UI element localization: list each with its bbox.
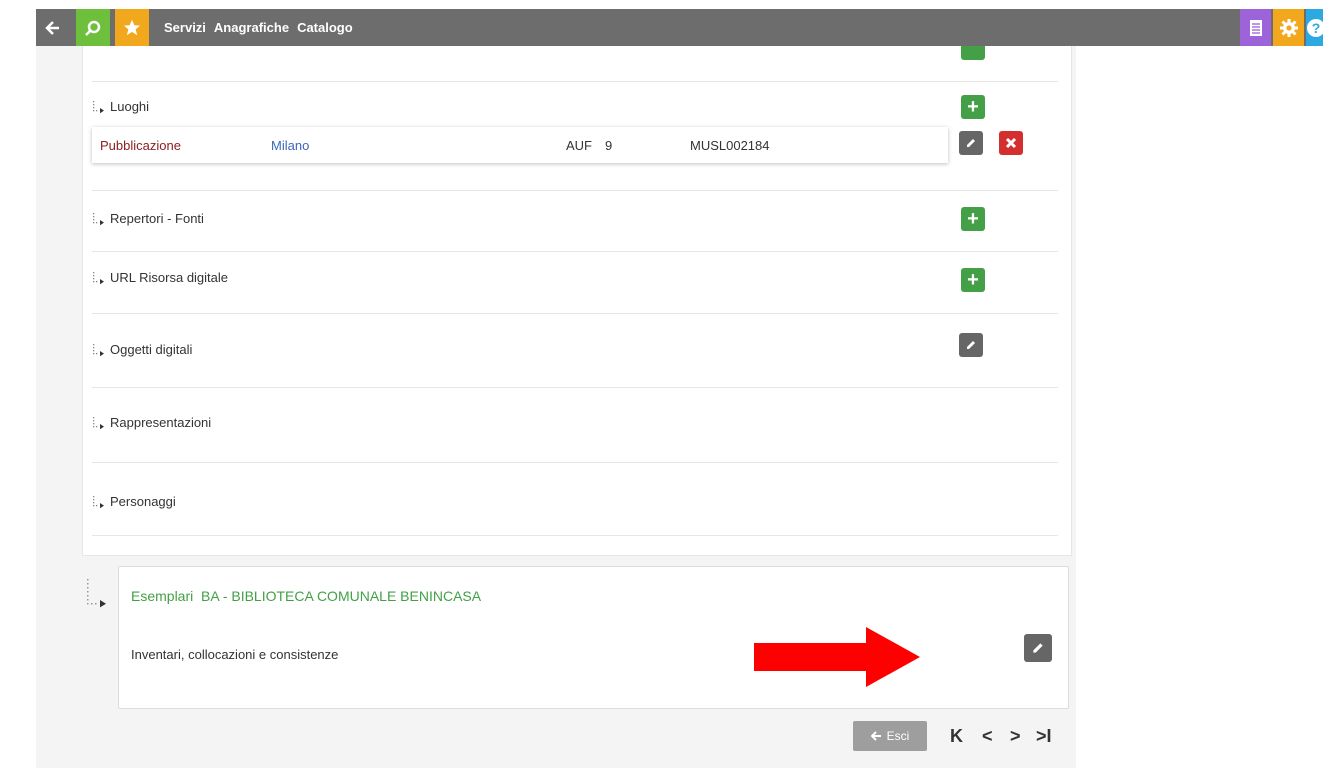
tree-toggle-icon bbox=[92, 495, 108, 509]
divider bbox=[92, 387, 1058, 388]
esemplari-tree-toggle-icon[interactable] bbox=[84, 578, 112, 612]
search-button[interactable] bbox=[76, 9, 110, 46]
pencil-icon bbox=[1033, 643, 1043, 653]
tree-toggle-icon bbox=[92, 100, 108, 114]
document-icon bbox=[1249, 19, 1262, 36]
pencil-icon bbox=[967, 139, 975, 147]
section-url-risorsa[interactable]: URL Risorsa digitale bbox=[92, 270, 228, 285]
divider bbox=[92, 81, 1058, 82]
luoghi-entry-row: Pubblicazione Milano AUF 9 MUSL002184 bbox=[92, 127, 948, 163]
role-cell: Pubblicazione bbox=[100, 138, 181, 153]
divider bbox=[92, 313, 1058, 314]
section-label: Repertori - Fonti bbox=[110, 211, 204, 226]
level-cell: 9 bbox=[605, 138, 613, 153]
close-icon bbox=[1005, 137, 1017, 149]
edit-oggetti-button[interactable] bbox=[959, 333, 983, 357]
gear-icon bbox=[1279, 18, 1298, 37]
plus-icon: + bbox=[967, 96, 979, 118]
section-label: Oggetti digitali bbox=[110, 342, 193, 357]
add-url-button[interactable]: + bbox=[961, 268, 985, 292]
sections-panel bbox=[82, 46, 1072, 556]
tree-toggle-icon bbox=[92, 343, 108, 357]
main-menu: Servizi Anagrafiche Catalogo bbox=[164, 9, 353, 46]
section-label: Personaggi bbox=[110, 494, 176, 509]
edit-esemplari-button[interactable] bbox=[1024, 634, 1052, 662]
code-cell: MUSL002184 bbox=[690, 138, 770, 153]
section-label: Rappresentazioni bbox=[110, 415, 212, 430]
arrow-left-icon bbox=[870, 731, 881, 741]
delete-luoghi-entry-button[interactable] bbox=[999, 131, 1023, 155]
tree-toggle-icon bbox=[92, 416, 108, 430]
annotation-arrow bbox=[754, 627, 922, 687]
settings-button[interactable] bbox=[1273, 9, 1304, 46]
esemplari-subtitle: Inventari, collocazioni e consistenze bbox=[131, 647, 339, 662]
section-rappresentazioni[interactable]: Rappresentazioni bbox=[92, 415, 211, 430]
add-button-hidden[interactable] bbox=[961, 46, 985, 60]
last-page-button[interactable]: >I bbox=[1036, 726, 1052, 747]
tree-toggle-icon bbox=[92, 271, 108, 285]
notes-button[interactable] bbox=[1240, 9, 1271, 46]
help-button[interactable]: ? bbox=[1306, 9, 1323, 46]
tree-toggle-icon bbox=[92, 212, 108, 226]
first-page-button[interactable]: K bbox=[950, 726, 963, 747]
arrow-left-icon bbox=[45, 20, 59, 35]
menu-catalogo[interactable]: Catalogo bbox=[297, 20, 353, 35]
section-luoghi[interactable]: Luoghi bbox=[92, 99, 149, 114]
section-label: URL Risorsa digitale bbox=[110, 270, 229, 285]
pencil-icon bbox=[967, 341, 975, 349]
exit-button[interactable]: Esci bbox=[853, 721, 927, 751]
exit-label: Esci bbox=[886, 729, 910, 743]
section-personaggi[interactable]: Personaggi bbox=[92, 494, 176, 509]
section-repertori-fonti[interactable]: Repertori - Fonti bbox=[92, 211, 204, 226]
section-oggetti-digitali[interactable]: Oggetti digitali bbox=[92, 342, 192, 357]
favorites-button[interactable] bbox=[115, 9, 149, 46]
authority-type-cell: AUF bbox=[566, 138, 592, 153]
divider bbox=[92, 462, 1058, 463]
next-page-button[interactable]: > bbox=[1010, 726, 1021, 747]
menu-servizi[interactable]: Servizi bbox=[164, 20, 206, 35]
help-icon: ? bbox=[1307, 18, 1323, 37]
divider bbox=[92, 251, 1058, 252]
menu-anagrafiche[interactable]: Anagrafiche bbox=[214, 20, 289, 35]
esemplari-title: Esemplari BA - BIBLIOTECA COMUNALE BENIN… bbox=[131, 588, 482, 604]
svg-text:?: ? bbox=[1312, 20, 1321, 36]
divider bbox=[92, 190, 1058, 191]
section-label: Luoghi bbox=[110, 99, 150, 114]
star-icon bbox=[123, 19, 141, 35]
previous-page-button[interactable]: < bbox=[982, 726, 993, 747]
plus-icon: + bbox=[967, 269, 979, 291]
back-button[interactable] bbox=[36, 9, 70, 46]
place-link[interactable]: Milano bbox=[271, 138, 309, 153]
plus-icon: + bbox=[967, 208, 979, 230]
search-icon bbox=[85, 20, 101, 36]
edit-luoghi-entry-button[interactable] bbox=[959, 131, 983, 155]
add-luoghi-button[interactable]: + bbox=[961, 95, 985, 119]
add-repertori-button[interactable]: + bbox=[961, 207, 985, 231]
divider bbox=[92, 535, 1058, 536]
